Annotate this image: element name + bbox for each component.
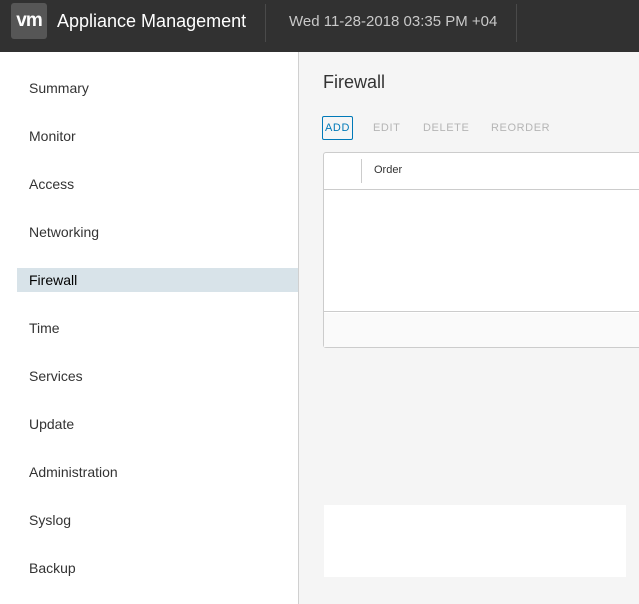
header-datetime: Wed 11-28-2018 03:35 PM +04 bbox=[289, 13, 498, 30]
sidebar-item-time[interactable]: Time bbox=[17, 316, 298, 340]
firewall-rules-grid: Order bbox=[323, 152, 639, 348]
header-divider bbox=[265, 4, 266, 42]
bottom-panel bbox=[324, 505, 626, 577]
column-header-order[interactable]: Order bbox=[374, 164, 402, 176]
app-title: Appliance Management bbox=[57, 11, 247, 31]
sidebar-item-services[interactable]: Services bbox=[17, 364, 298, 388]
sidebar-item-summary[interactable]: Summary bbox=[17, 76, 298, 100]
reorder-button[interactable]: REORDER bbox=[488, 116, 553, 140]
page-title: Firewall bbox=[323, 72, 386, 92]
sidebar-nav: Summary Monitor Access Networking Firewa… bbox=[0, 52, 299, 604]
sidebar-item-update[interactable]: Update bbox=[17, 412, 298, 436]
grid-body bbox=[324, 191, 639, 312]
header-divider bbox=[516, 4, 517, 42]
sidebar-item-access[interactable]: Access bbox=[17, 172, 298, 196]
grid-header: Order bbox=[324, 153, 639, 190]
delete-button[interactable]: DELETE bbox=[420, 116, 472, 140]
add-button[interactable]: ADD bbox=[322, 116, 354, 140]
sidebar-item-syslog[interactable]: Syslog bbox=[17, 508, 298, 532]
main-content: Firewall ADD EDIT DELETE REORDER Order bbox=[300, 52, 639, 604]
edit-button[interactable]: EDIT bbox=[370, 116, 403, 140]
sidebar-item-firewall[interactable]: Firewall bbox=[17, 268, 298, 292]
sidebar-item-backup[interactable]: Backup bbox=[17, 556, 298, 580]
vmware-logo: vm bbox=[11, 3, 47, 39]
sidebar-item-monitor[interactable]: Monitor bbox=[17, 124, 298, 148]
sidebar-item-networking[interactable]: Networking bbox=[17, 220, 298, 244]
sidebar-item-administration[interactable]: Administration bbox=[17, 460, 298, 484]
grid-select-column-divider bbox=[361, 159, 362, 183]
app-header: vm Appliance Management Wed 11-28-2018 0… bbox=[0, 0, 639, 52]
grid-footer bbox=[324, 313, 639, 347]
